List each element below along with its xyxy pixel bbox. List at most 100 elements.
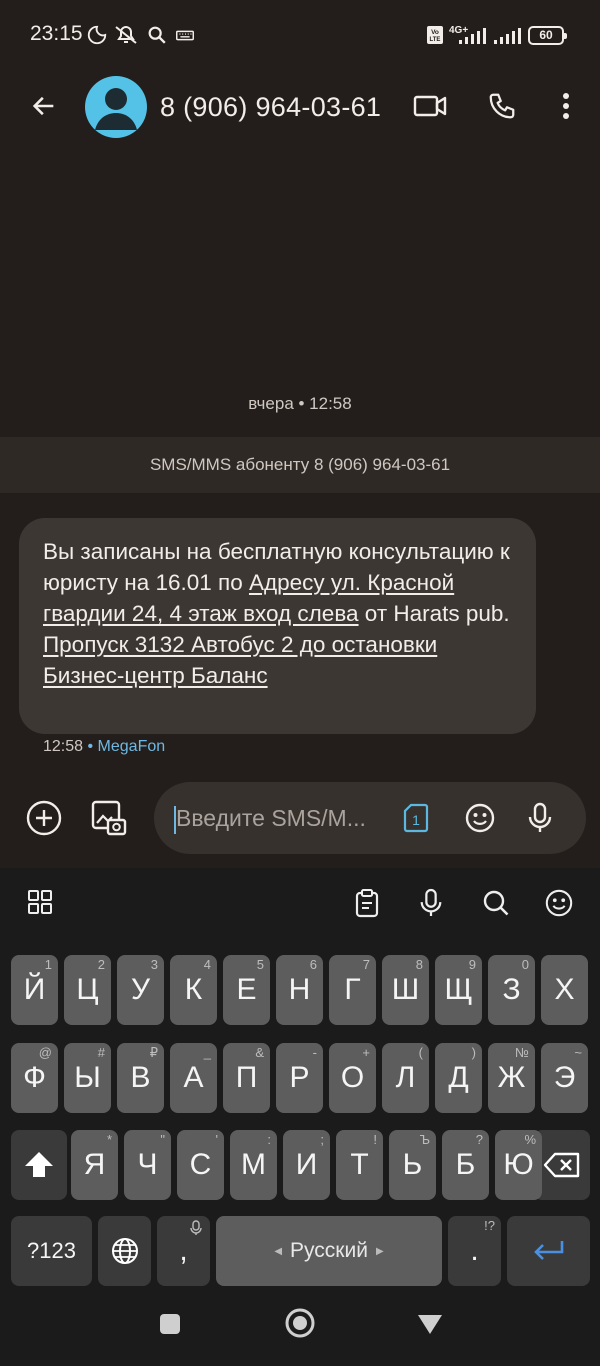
- message-time: 12:58: [43, 738, 84, 755]
- add-attachment-button[interactable]: [22, 796, 66, 840]
- key-hint: ": [160, 1132, 165, 1147]
- key-row3-3[interactable]: :М: [230, 1130, 277, 1200]
- more-vertical-icon: [563, 93, 569, 119]
- home-button[interactable]: [280, 1303, 320, 1343]
- period-key-hint: !?: [484, 1218, 495, 1233]
- recents-button[interactable]: [152, 1306, 188, 1342]
- back-button[interactable]: [22, 84, 66, 128]
- key-label: Я: [83, 1148, 106, 1181]
- key-label: Э: [553, 1061, 576, 1094]
- date-separator: вчера • 12:58: [248, 394, 352, 413]
- key-hint: :: [267, 1132, 271, 1147]
- shift-key[interactable]: [11, 1130, 67, 1200]
- comma-key[interactable]: ,: [157, 1216, 210, 1286]
- message-pass-link[interactable]: Пропуск 3132 Автобус 2 до остановки Бизн…: [43, 632, 437, 688]
- message-input[interactable]: [176, 796, 386, 840]
- key-row1-3[interactable]: 4К: [170, 955, 217, 1025]
- key-hint: ): [471, 1045, 476, 1060]
- key-row3-4[interactable]: ; И: [283, 1130, 330, 1200]
- space-key-label: Русский: [290, 1239, 368, 1262]
- key-hint: 7: [362, 957, 370, 972]
- contact-name[interactable]: 8 (906) 964-03-61: [160, 92, 381, 123]
- back-nav-button[interactable]: [412, 1306, 448, 1342]
- key-row1-5[interactable]: 6Н: [276, 955, 323, 1025]
- language-key[interactable]: [98, 1216, 151, 1286]
- key-label: Щ: [444, 973, 473, 1006]
- key-row3-6[interactable]: ЪЬ: [389, 1130, 436, 1200]
- key-row3-7[interactable]: ? Б: [442, 1130, 489, 1200]
- smiley-icon: [465, 803, 495, 833]
- signal-sim1-icon: [459, 28, 486, 44]
- key-hint: ₽: [149, 1045, 158, 1060]
- key-row2-1[interactable]: # Ы: [64, 1043, 111, 1113]
- keyboard-search-button[interactable]: [479, 886, 513, 920]
- navigation-bar: [0, 1286, 600, 1366]
- key-label: Д: [448, 1061, 469, 1094]
- key-label: Л: [395, 1061, 416, 1094]
- key-row1-9[interactable]: 0З: [488, 955, 535, 1025]
- key-hint: 2: [97, 957, 105, 972]
- key-hint: ~: [574, 1045, 582, 1060]
- key-row1-7[interactable]: 8Ш: [382, 955, 429, 1025]
- key-row2-10[interactable]: ~ Э: [541, 1043, 588, 1113]
- enter-key[interactable]: [507, 1216, 590, 1286]
- sim-select-button[interactable]: 1: [398, 800, 434, 836]
- key-row3-8[interactable]: % Ю: [495, 1130, 542, 1200]
- contact-avatar[interactable]: [85, 76, 147, 138]
- gallery-button[interactable]: [86, 796, 132, 840]
- key-row1-0[interactable]: 1Й: [11, 955, 58, 1025]
- key-label: Ь: [402, 1148, 423, 1181]
- symbols-key-label: ?123: [27, 1238, 76, 1263]
- keyboard-emoji-button[interactable]: [542, 886, 576, 920]
- key-row2-0[interactable]: @ Ф: [11, 1043, 58, 1113]
- key-label: З: [502, 973, 521, 1006]
- key-row3-1[interactable]: " Ч: [124, 1130, 171, 1200]
- key-row3-0[interactable]: * Я: [71, 1130, 118, 1200]
- backspace-key[interactable]: [534, 1130, 590, 1200]
- key-row1-2[interactable]: 3У: [117, 955, 164, 1025]
- keyboard-voice-button[interactable]: [414, 886, 448, 920]
- triangle-back-icon: [418, 1315, 442, 1334]
- phone-call-button[interactable]: [480, 84, 524, 128]
- key-row2-9[interactable]: № Ж: [488, 1043, 535, 1113]
- key-label: А: [183, 1061, 204, 1094]
- arrow-left-icon: [32, 96, 54, 116]
- key-hint: №: [515, 1045, 529, 1060]
- voice-input-button[interactable]: [520, 798, 560, 838]
- key-row2-2[interactable]: ₽ В: [117, 1043, 164, 1113]
- emoji-button[interactable]: [460, 798, 500, 838]
- message-text-part2: от Harats pub.: [358, 601, 510, 626]
- key-row1-1[interactable]: 2Ц: [64, 955, 111, 1025]
- comma-key-label: ,: [179, 1234, 188, 1267]
- space-key[interactable]: ◀ Русский ▶: [216, 1216, 442, 1286]
- message-bubble[interactable]: Вы записаны на бесплатную консультацию к…: [19, 518, 536, 734]
- battery-icon: 60: [528, 26, 567, 45]
- key-row3-2[interactable]: ' С: [177, 1130, 224, 1200]
- key-row2-7[interactable]: (Л: [382, 1043, 429, 1113]
- message-sim: MegaFon: [97, 738, 166, 755]
- apps-button[interactable]: [24, 886, 56, 918]
- key-hint: %: [524, 1132, 536, 1147]
- video-call-button[interactable]: [408, 84, 452, 128]
- key-hint: +: [362, 1045, 370, 1060]
- key-label: Г: [344, 973, 361, 1006]
- key-row2-6[interactable]: + О: [329, 1043, 376, 1113]
- status-bar: 23:15 Vo LTE 4G+ 60: [0, 0, 600, 70]
- more-options-button[interactable]: [550, 84, 582, 128]
- key-hint: Ъ: [419, 1132, 430, 1147]
- key-row3-5[interactable]: ! Т: [336, 1130, 383, 1200]
- key-row2-4[interactable]: & П: [223, 1043, 270, 1113]
- key-row1-8[interactable]: 9Щ: [435, 955, 482, 1025]
- key-row2-5[interactable]: -Р: [276, 1043, 323, 1113]
- recipient-banner-text: SMS/MMS абоненту 8 (906) 964-03-61: [149, 455, 451, 474]
- key-row1-6[interactable]: 7Г: [329, 955, 376, 1025]
- key-row2-3[interactable]: _ А: [170, 1043, 217, 1113]
- key-hint: !: [373, 1132, 377, 1147]
- key-row1-4[interactable]: 5Е: [223, 955, 270, 1025]
- clipboard-button[interactable]: [350, 886, 384, 920]
- symbols-key[interactable]: ?123: [11, 1216, 92, 1286]
- key-row1-10[interactable]: Х: [541, 955, 588, 1025]
- key-row2-8[interactable]: ) Д: [435, 1043, 482, 1113]
- key-label: Ш: [391, 973, 420, 1006]
- period-key[interactable]: !? .: [448, 1216, 501, 1286]
